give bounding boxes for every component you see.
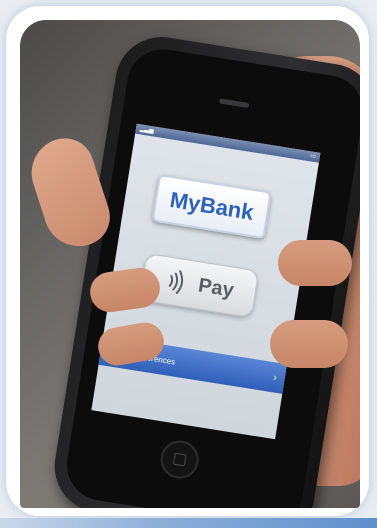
mybank-button[interactable]: MyBank bbox=[151, 173, 272, 240]
chevron-right-icon: › bbox=[272, 371, 278, 384]
finger-1 bbox=[278, 240, 352, 286]
photograph: ▂▃▅ ▭ MyBank Pay › bbox=[20, 20, 360, 508]
finger-2 bbox=[270, 320, 348, 368]
photo-scene: ▂▃▅ ▭ MyBank Pay › bbox=[0, 0, 377, 528]
battery-indicator: ▭ bbox=[309, 153, 317, 161]
pay-label: Pay bbox=[196, 274, 236, 302]
mybank-label: MyBank bbox=[168, 187, 256, 225]
signal-indicator: ▂▃▅ bbox=[139, 126, 155, 135]
bottom-accent-strip bbox=[0, 518, 377, 528]
nfc-icon bbox=[168, 270, 184, 295]
